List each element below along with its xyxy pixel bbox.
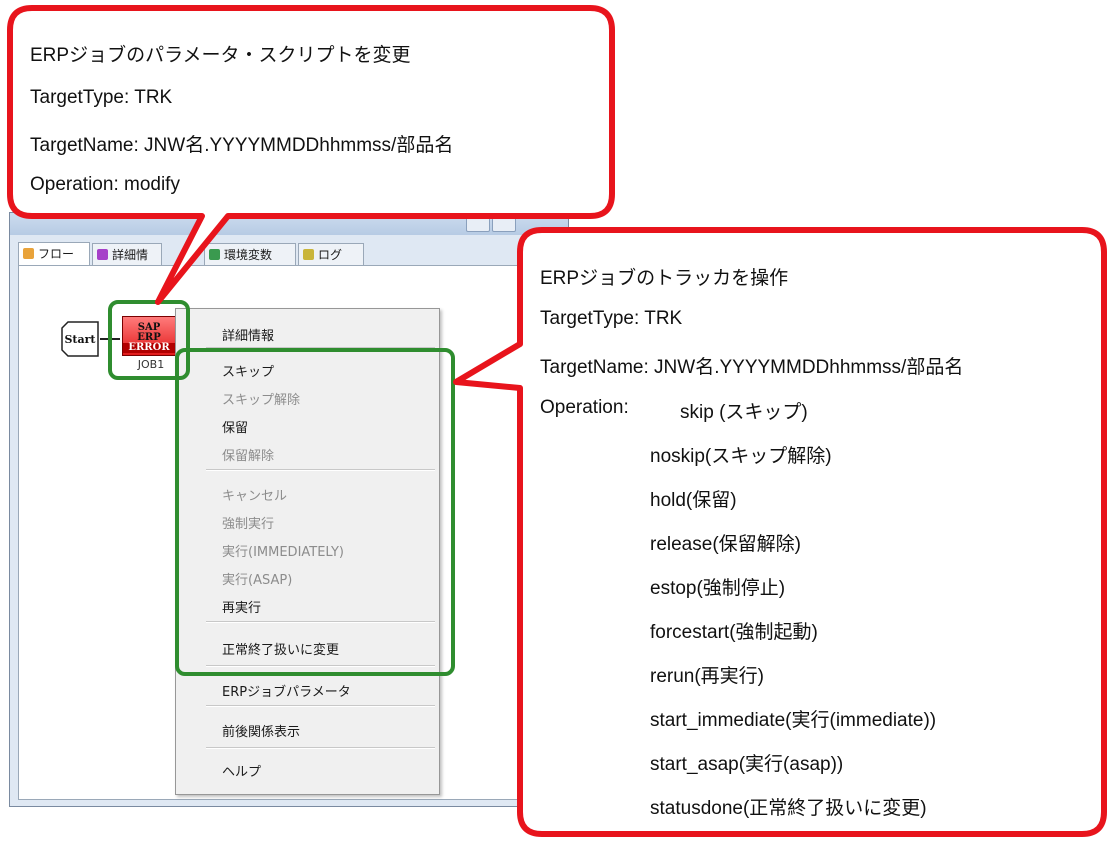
callout-right-operation-prefix: Operation: <box>540 397 629 418</box>
callout-top-title: ERPジョブのパラメータ・スクリプトを変更 <box>30 45 411 66</box>
operation-item: start_asap(実行(asap)) <box>650 754 844 775</box>
operation-item: hold(保留) <box>650 490 737 511</box>
operation-item: noskip(スキップ解除) <box>650 446 832 467</box>
operation-item: start_immediate(実行(immediate)) <box>650 710 937 731</box>
operation-item: skip (スキップ) <box>680 402 808 423</box>
operation-item: estop(強制停止) <box>650 578 786 599</box>
callout-right-title: ERPジョブのトラッカを操作 <box>540 268 789 289</box>
operation-item: rerun(再実行) <box>650 666 765 687</box>
operation-item: statusdone(正常終了扱いに変更) <box>650 798 927 819</box>
callout-top-operation: Operation: modify <box>30 174 180 195</box>
callout-right-target-name: TargetName: JNW名.YYYYMMDDhhmmss/部品名 <box>540 357 964 378</box>
operation-item: forcestart(強制起動) <box>650 622 818 643</box>
operation-item: release(保留解除) <box>650 534 801 555</box>
callout-shapes <box>7 5 1107 837</box>
callout-right-target-type: TargetType: TRK <box>540 308 683 329</box>
callout-top-target-type: TargetType: TRK <box>30 87 173 108</box>
callout-top-target-name: TargetName: JNW名.YYYYMMDDhhmmss/部品名 <box>30 135 454 156</box>
